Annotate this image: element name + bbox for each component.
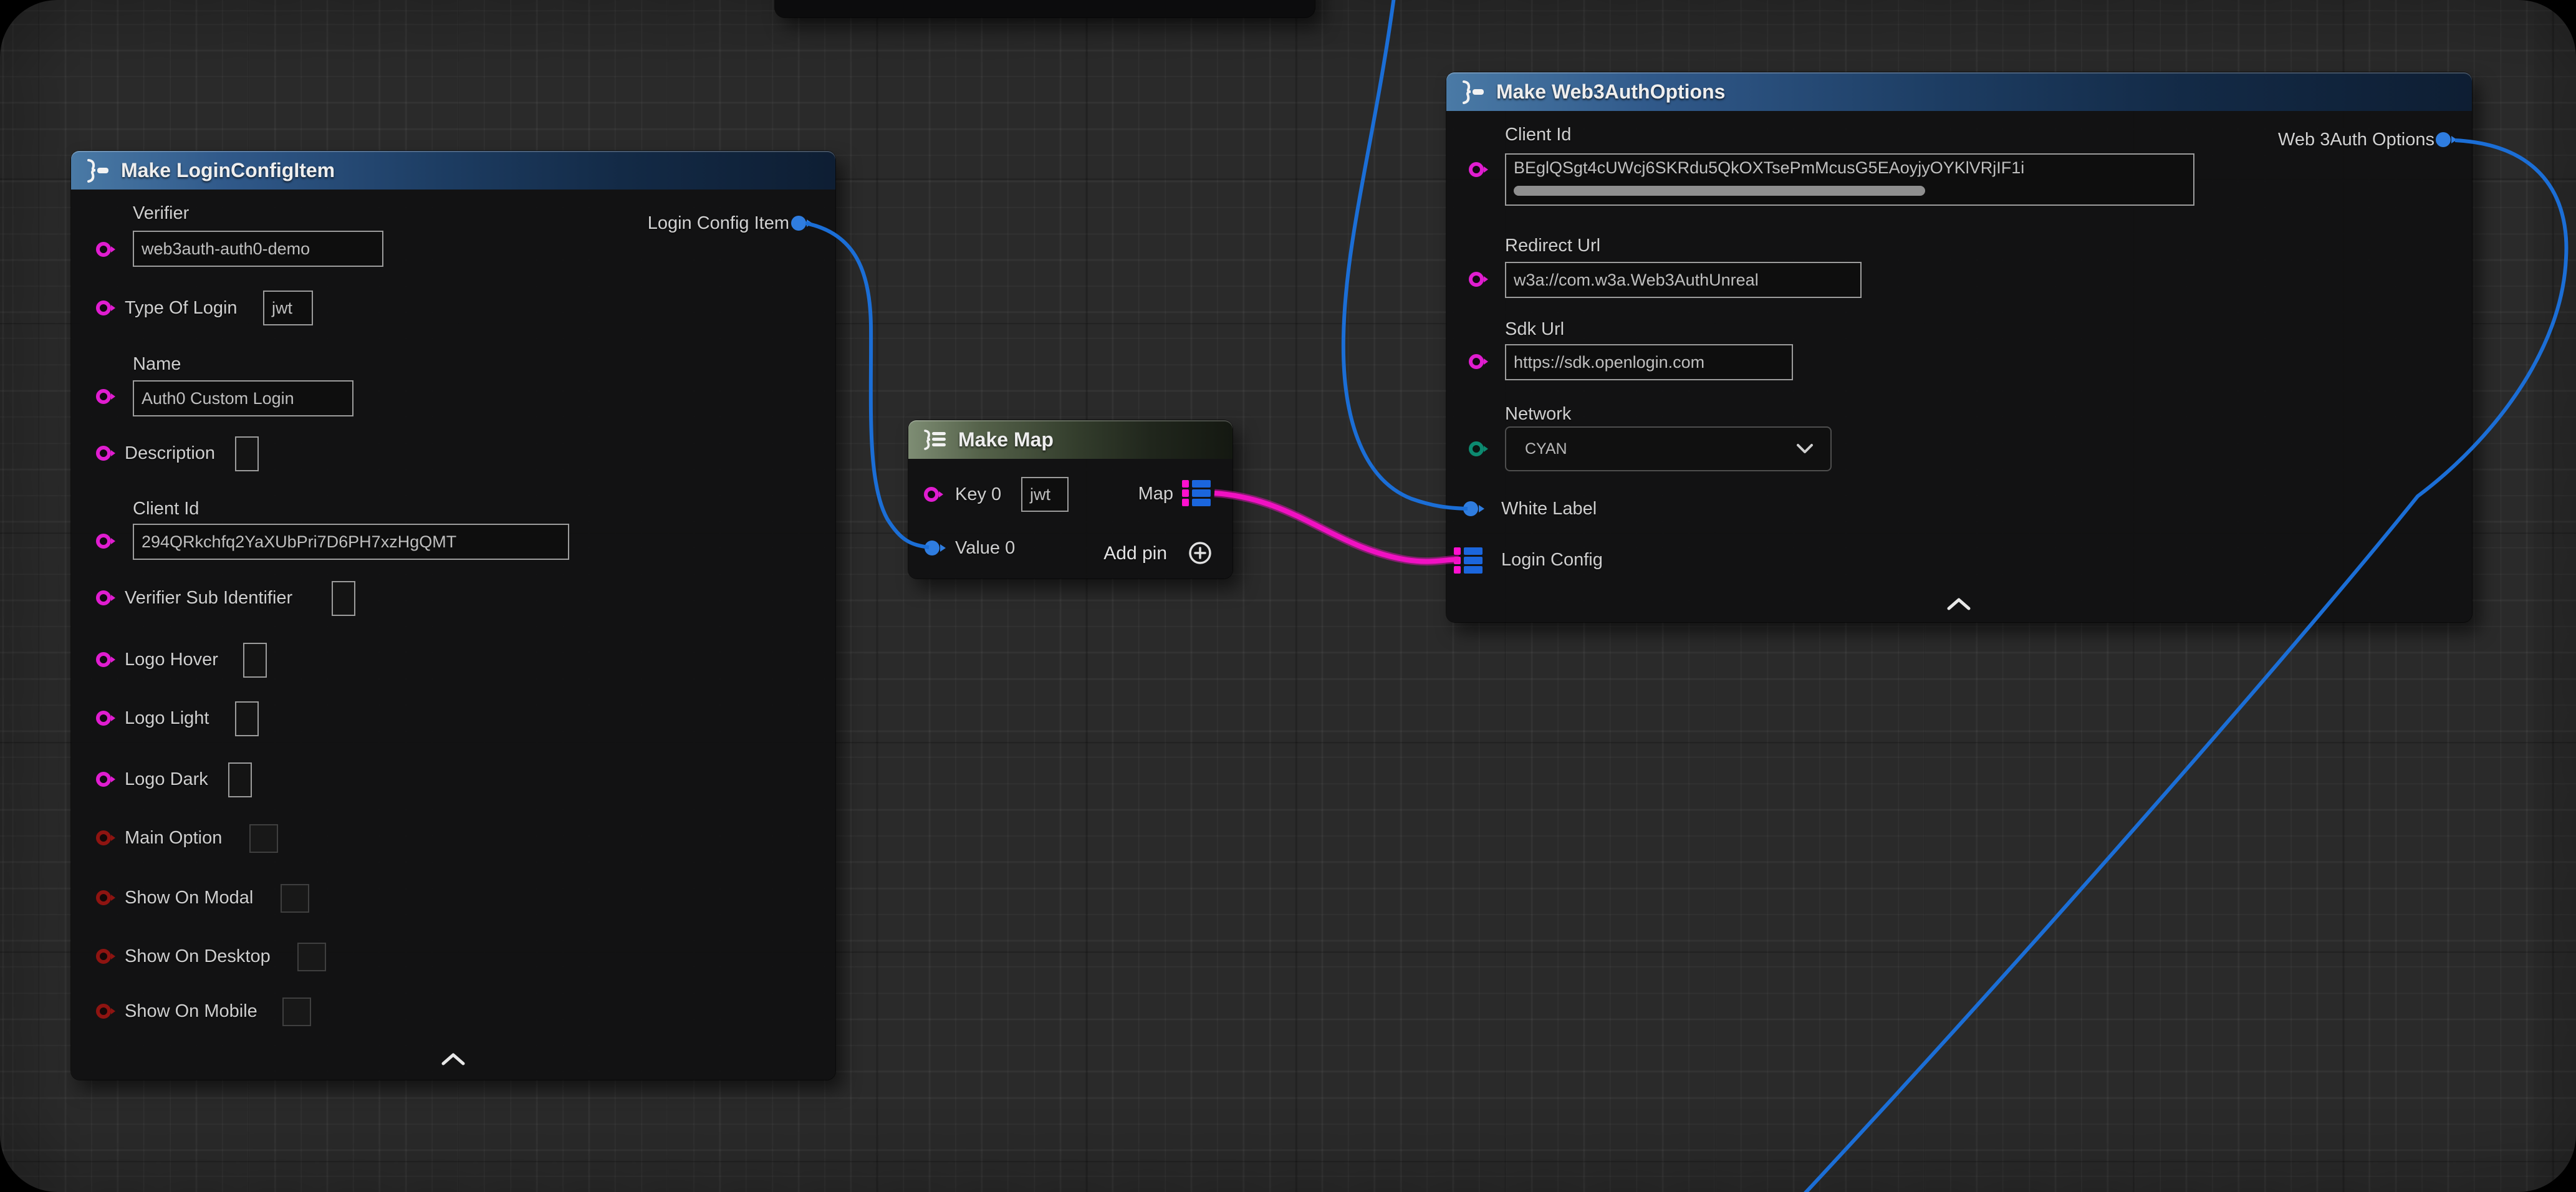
logo-light-input[interactable] [235,701,259,736]
input-pin-show-on-modal[interactable] [95,888,117,907]
pin-label-show-on-desktop: Show On Desktop [125,946,271,967]
node-header[interactable]: Make Web3AuthOptions [1446,72,2472,111]
show-on-mobile-checkbox[interactable] [282,997,311,1026]
node-header[interactable]: Make Map [908,420,1233,459]
verifier-input[interactable]: web3auth-auth0-demo [133,231,383,267]
type-of-login-input[interactable]: jwt [263,291,313,325]
collapse-chevron-icon[interactable] [440,1051,467,1067]
input-pin-show-on-desktop[interactable] [95,947,117,966]
redirect-url-input[interactable]: w3a://com.w3a.Web3AuthUnreal [1505,262,1862,298]
node-title: Make LoginConfigItem [121,159,335,182]
wire-map-to-login-config[interactable] [1214,493,1459,562]
pin-label-logo-dark: Logo Dark [125,769,208,790]
output-pin-login-config-item[interactable] [789,214,814,233]
output-pin-label-map: Map [1138,484,1173,504]
client-id-input[interactable]: BEglQSgt4cUWcj6SKRdu5QkOXTsePmMcusG5EAoy… [1505,153,2194,206]
pin-label-logo-light: Logo Light [125,708,209,729]
input-pin-sdk-url[interactable] [1468,352,1490,371]
verifier-sub-identifier-input[interactable] [332,581,355,616]
pin-label-verifier-sub-identifier: Verifier Sub Identifier [125,588,292,608]
input-pin-value0[interactable] [923,539,948,557]
input-pin-type-of-login[interactable] [95,299,117,317]
pin-label-sdk-url: Sdk Url [1505,319,1564,340]
chevron-down-icon [1795,443,1814,455]
input-pin-client-id[interactable] [1468,160,1490,179]
logo-hover-input[interactable] [243,643,267,678]
input-pin-redirect-url[interactable] [1468,270,1490,289]
output-pin-map[interactable] [1182,479,1212,507]
output-pin-label: Login Config Item [648,213,789,234]
input-pin-logo-hover[interactable] [95,650,117,669]
pin-label-description: Description [125,443,215,464]
wire-map-to-login-config-core[interactable] [1214,493,1459,562]
pin-label-redirect-url: Redirect Url [1505,236,1600,256]
logo-dark-input[interactable] [228,762,252,797]
description-input[interactable] [235,436,259,471]
node-title: Make Web3AuthOptions [1496,80,1725,103]
node-header[interactable]: Make LoginConfigItem [71,151,835,190]
add-pin-icon[interactable] [1187,540,1213,566]
input-pin-main-option[interactable] [95,829,117,847]
pin-label-show-on-mobile: Show On Mobile [125,1001,257,1022]
make-map-icon [921,427,948,452]
input-pin-logo-dark[interactable] [95,770,117,789]
pin-label-type-of-login: Type Of Login [125,298,238,319]
input-pin-verifier[interactable] [95,240,117,259]
input-pin-logo-light[interactable] [95,709,117,728]
input-pin-white-label[interactable] [1461,499,1486,518]
pin-label-main-option: Main Option [125,828,222,848]
add-pin-label[interactable]: Add pin [1103,543,1167,564]
pin-label-client-id: Client Id [1505,125,1571,145]
pin-label-white-label: White Label [1501,499,1597,519]
blueprint-canvas[interactable]: Make LoginConfigItem Login Config Item V… [0,0,2576,1192]
input-pin-verifier-sub-identifier[interactable] [95,589,117,607]
sdk-url-input[interactable]: https://sdk.openlogin.com [1505,344,1793,380]
client-id-scrollbar[interactable] [1514,186,1925,196]
pin-label-verifier: Verifier [133,203,189,224]
pin-label-client-id: Client Id [133,499,199,519]
make-struct-icon [84,158,111,183]
input-pin-name[interactable] [95,387,117,406]
network-dropdown[interactable]: CYAN [1505,426,1832,471]
show-on-desktop-checkbox[interactable] [297,943,326,971]
key0-input[interactable]: jwt [1021,477,1069,512]
input-pin-key0[interactable] [923,485,945,504]
node-make-web3authoptions[interactable]: Make Web3AuthOptions Web 3Auth Options C… [1446,72,2472,622]
collapse-chevron-icon[interactable] [1945,596,1973,612]
pin-label-logo-hover: Logo Hover [125,650,218,670]
make-struct-icon [1459,79,1486,104]
pin-label-name: Name [133,354,181,375]
input-pin-show-on-mobile[interactable] [95,1002,117,1021]
output-pin-label: Web 3Auth Options [2278,130,2434,150]
input-pin-client-id[interactable] [95,532,117,550]
input-pin-description[interactable] [95,444,117,463]
pin-label-login-config: Login Config [1501,550,1603,570]
input-pin-network[interactable] [1468,440,1490,458]
pin-label-key0: Key 0 [955,484,1001,505]
node-make-loginconfigitem[interactable]: Make LoginConfigItem Login Config Item V… [71,151,835,1080]
name-input[interactable]: Auth0 Custom Login [133,380,353,416]
node-title: Make Map [958,428,1054,451]
show-on-modal-checkbox[interactable] [281,884,309,913]
partial-node-top[interactable] [775,0,1315,17]
input-pin-login-config[interactable] [1454,547,1484,574]
pin-label-value0: Value 0 [955,538,1015,559]
client-id-input[interactable]: 294QRkchfq2YaXUbPri7D6PH7xzHgQMT [133,524,569,560]
pin-label-network: Network [1505,404,1571,425]
pin-label-show-on-modal: Show On Modal [125,888,253,908]
output-pin-web3auth-options[interactable] [2434,130,2459,149]
node-make-map[interactable]: Make Map Key 0 jwt Map Value 0 Add pin [908,420,1233,579]
main-option-checkbox[interactable] [249,824,278,853]
